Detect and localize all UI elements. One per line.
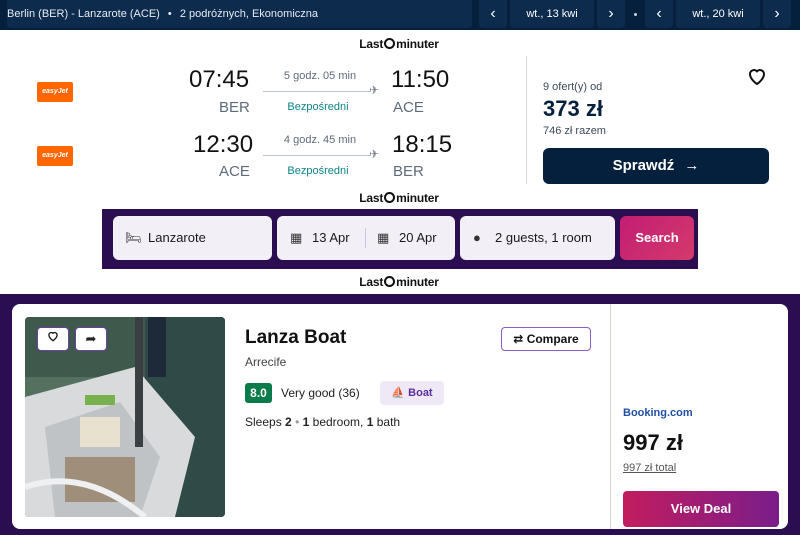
- bedroom-label: bedroom,: [312, 415, 364, 429]
- card-divider: [610, 304, 611, 529]
- outbound-arrive-code: ACE: [393, 99, 424, 116]
- clock-icon: [384, 192, 396, 203]
- hotel-city: Arrecife: [245, 355, 287, 369]
- chevron-right-icon: ›: [608, 5, 614, 22]
- outbound-arrive-time: 11:50: [391, 66, 450, 93]
- outbound-date[interactable]: wt., 13 kwi: [510, 0, 594, 28]
- outbound-duration: 5 godz. 05 min: [283, 70, 357, 82]
- separator-dot: •: [295, 415, 300, 429]
- checkin-value: 13 Apr: [312, 230, 350, 245]
- chevron-right-icon: ›: [774, 5, 780, 22]
- route-text: Berlin (BER) - Lanzarote (ACE): [7, 8, 160, 20]
- inbound-duration: 4 godz. 45 min: [283, 134, 357, 146]
- compare-button[interactable]: ⇄ Compare: [501, 327, 591, 351]
- separator-dot: •: [167, 8, 172, 20]
- bed-icon: 🛏: [125, 230, 142, 245]
- brand-right: minuter: [396, 275, 439, 289]
- save-hotel-button[interactable]: [37, 327, 69, 351]
- return-date[interactable]: wt., 20 kwi: [676, 0, 760, 28]
- hotel-photo[interactable]: ➦: [25, 317, 225, 517]
- inbound-arrive-code: BER: [393, 163, 424, 180]
- check-flight-button[interactable]: Sprawdź →: [543, 148, 769, 184]
- easyjet-logo: easyJet: [37, 146, 73, 166]
- bath-label: bath: [376, 415, 401, 429]
- view-deal-button[interactable]: View Deal: [623, 491, 779, 527]
- return-next-button[interactable]: ›: [763, 0, 791, 28]
- hotel-card[interactable]: ➦ Lanza Boat Arrecife ⇄ Compare 8.0 Very…: [12, 304, 788, 529]
- offers-count: 9 ofert(y) od: [543, 81, 603, 93]
- inbound-arrive-time: 18:15: [392, 131, 453, 158]
- outbound-prev-button[interactable]: ‹: [479, 0, 507, 28]
- destination-value: Lanzarote: [148, 230, 206, 245]
- provider-logo: Booking.com: [623, 407, 693, 419]
- plane-icon: ✈: [369, 83, 380, 97]
- top-search-bar: Berlin (BER) - Lanzarote (ACE) • 2 podró…: [0, 0, 800, 30]
- guests-value: 2 guests, 1 room: [495, 230, 592, 245]
- date-separator: [634, 13, 637, 16]
- sleeps-label: Sleeps: [245, 415, 282, 429]
- brand-right: minuter: [396, 191, 439, 205]
- hotel-name[interactable]: Lanza Boat: [245, 327, 346, 349]
- calendar-icon: ▦: [377, 230, 390, 245]
- return-prev-button[interactable]: ‹: [645, 0, 673, 28]
- property-type-badge: ⛵ Boat: [380, 381, 444, 405]
- inbound-depart-time: 12:30: [193, 131, 254, 158]
- property-type-label: Boat: [408, 387, 433, 399]
- brand-left: Last: [359, 191, 384, 205]
- capacity-info: Sleeps 2 • 1 bedroom, 1 bath: [245, 415, 400, 429]
- flight-price: 373 zł: [543, 96, 603, 121]
- review-text: Very good (36): [281, 386, 360, 400]
- share-arrow-icon: ➦: [85, 331, 97, 346]
- outbound-stops: Bezpośredni: [287, 101, 349, 113]
- sleeps-count: 2: [285, 415, 292, 429]
- share-hotel-button[interactable]: ➦: [75, 327, 107, 351]
- travellers-text: 2 podróżnych, Ekonomiczna: [179, 8, 318, 20]
- guests-field[interactable]: ● 2 guests, 1 room: [460, 216, 615, 260]
- brand-left: Last: [359, 37, 384, 51]
- lastminute-logo: Last minuter: [339, 275, 459, 289]
- chevron-left-icon: ‹: [490, 5, 496, 22]
- hotel-ad-container: ➦ Lanza Boat Arrecife ⇄ Compare 8.0 Very…: [0, 294, 800, 535]
- plane-icon: ✈: [369, 147, 380, 161]
- date-divider: [365, 228, 366, 248]
- destination-field[interactable]: 🛏 Lanzarote: [113, 216, 272, 260]
- dates-field[interactable]: ▦ 13 Apr ▦ 20 Apr: [277, 216, 455, 260]
- clock-icon: [384, 38, 396, 49]
- deal-total-link[interactable]: 997 zł total: [623, 462, 676, 474]
- bath-count: 1: [366, 415, 374, 429]
- compare-label: Compare: [526, 332, 579, 346]
- check-label: Sprawdź: [612, 157, 675, 174]
- heart-icon: [48, 331, 58, 342]
- clock-icon: [384, 276, 396, 287]
- arrow-right-icon: →: [684, 157, 700, 174]
- boat-icon: ⛵: [391, 387, 406, 399]
- search-button[interactable]: Search: [620, 216, 694, 260]
- hotel-search-widget: 🛏 Lanzarote ▦ 13 Apr ▦ 20 Apr ● 2 guests…: [102, 209, 698, 269]
- save-heart-icon[interactable]: [745, 64, 769, 88]
- compare-arrows-icon: ⇄: [513, 332, 524, 346]
- card-divider: [526, 56, 527, 184]
- chevron-left-icon: ‹: [656, 5, 662, 22]
- outbound-line: [263, 91, 371, 92]
- easyjet-logo: easyJet: [37, 82, 73, 102]
- calendar-icon: ▦: [290, 230, 303, 245]
- brand-left: Last: [359, 275, 384, 289]
- outbound-next-button[interactable]: ›: [597, 0, 625, 28]
- brand-right: minuter: [396, 37, 439, 51]
- outbound-depart-time: 07:45: [189, 66, 250, 93]
- review-score: 8.0: [245, 383, 272, 403]
- checkout-value: 20 Apr: [399, 230, 437, 245]
- lastminute-logo: Last minuter: [339, 191, 459, 205]
- bedroom-count: 1: [302, 415, 310, 429]
- flight-total: 746 zł razem: [543, 125, 606, 137]
- lastminute-logo: Last minuter: [339, 37, 459, 51]
- inbound-stops: Bezpośredni: [287, 165, 349, 177]
- deal-price: 997 zł: [623, 430, 683, 455]
- route-summary[interactable]: Berlin (BER) - Lanzarote (ACE) • 2 podró…: [7, 0, 472, 28]
- inbound-line: [263, 155, 371, 156]
- person-icon: ●: [473, 230, 481, 245]
